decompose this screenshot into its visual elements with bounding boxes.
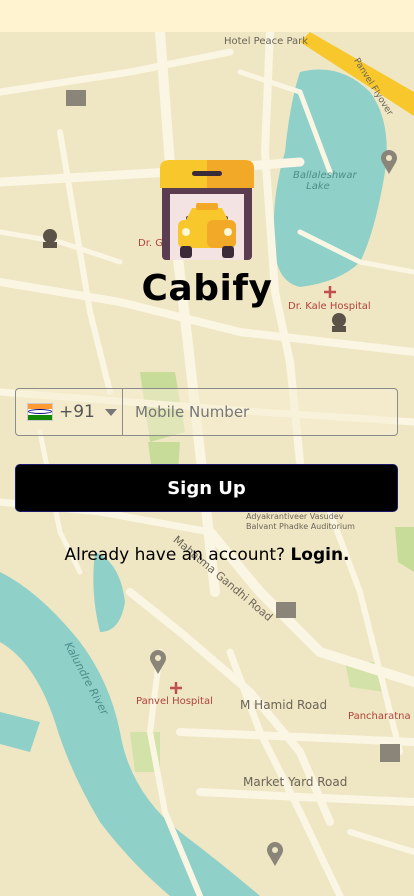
sign-up-button[interactable]: Sign Up bbox=[15, 464, 398, 512]
map-label-hotel: Hotel Peace Park bbox=[224, 36, 309, 47]
login-prompt-line: Already have an account? Login. bbox=[0, 545, 414, 565]
login-link[interactable]: Login. bbox=[290, 545, 349, 565]
login-prompt-text: Already have an account? bbox=[64, 545, 286, 565]
map-label-market-road: Market Yard Road bbox=[243, 775, 348, 789]
map-label-pancharatna: Pancharatna bbox=[348, 711, 411, 722]
chevron-down-icon bbox=[104, 408, 117, 416]
map-label-school: Adyakrantiveer Vasudev Balvant Phadke Au… bbox=[246, 512, 355, 531]
status-bar bbox=[0, 0, 414, 32]
dial-code: +91 bbox=[59, 402, 95, 422]
map-label-hamid-road: M Hamid Road bbox=[240, 698, 328, 712]
taxi-garage-icon bbox=[156, 160, 258, 262]
mobile-number-input[interactable] bbox=[123, 389, 397, 435]
phone-number-row: +91 bbox=[15, 388, 398, 436]
country-code-picker[interactable]: +91 bbox=[16, 389, 123, 435]
map-label-lake: Ballaleshwar Lake bbox=[293, 170, 357, 192]
map-label-panvel-hospital: Panvel Hospital bbox=[136, 696, 213, 707]
app-title: Cabify bbox=[141, 268, 273, 309]
india-flag-icon bbox=[27, 403, 53, 421]
